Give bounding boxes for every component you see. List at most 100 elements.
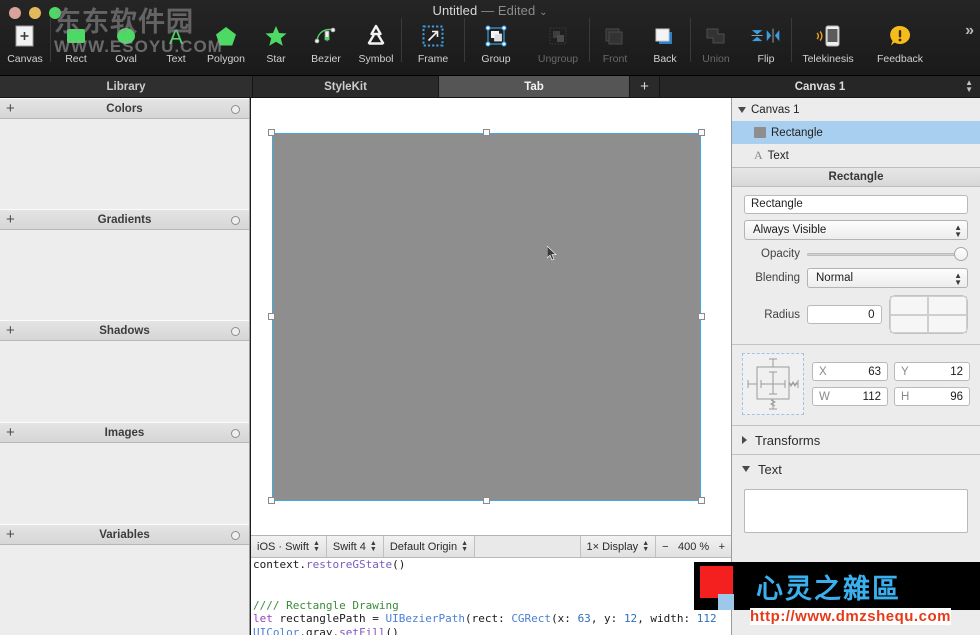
toolbar-label: Feedback — [876, 53, 924, 65]
canvas-stepper-icon[interactable]: ▲ ▼ — [965, 79, 973, 94]
text-content-input[interactable] — [744, 489, 968, 533]
canvas-area[interactable] — [251, 98, 731, 535]
section-options-icon[interactable] — [231, 216, 240, 225]
slider-knob[interactable] — [954, 247, 968, 261]
selection-handle-bottom-left[interactable] — [268, 497, 275, 504]
toolbar-item-front[interactable]: Front — [590, 20, 640, 65]
add-tab-button[interactable]: + — [630, 76, 660, 97]
toolbar-overflow-icon[interactable]: » — [965, 22, 974, 40]
stepper-icon[interactable]: ▲ ▼ — [313, 540, 320, 553]
canvas-add-icon — [8, 21, 42, 51]
toolbar-item-rect[interactable]: Rect — [51, 20, 101, 65]
selection-handle-middle-right[interactable] — [698, 313, 705, 320]
selection-handle-top-left[interactable] — [268, 129, 275, 136]
corner-top-right[interactable] — [928, 296, 967, 315]
toolbar-item-oval[interactable]: Oval — [101, 20, 151, 65]
library-body-shadows[interactable] — [0, 341, 249, 422]
stepper-icon[interactable]: ▲ ▼ — [954, 272, 962, 287]
library-section-shadows[interactable]: + Shadows — [0, 320, 249, 341]
selection-handle-middle-left[interactable] — [268, 313, 275, 320]
section-options-icon[interactable] — [231, 429, 240, 438]
toolbar-item-star[interactable]: Star — [251, 20, 301, 65]
code-editor[interactable]: context.restoreGState() //// Rectangle D… — [251, 558, 731, 635]
corner-bottom-right[interactable] — [928, 314, 967, 333]
x-input[interactable]: X 63 — [812, 362, 888, 381]
add-image-icon[interactable]: + — [6, 425, 15, 441]
toolbar-item-back[interactable]: Back — [640, 20, 690, 65]
add-variable-icon[interactable]: + — [6, 527, 15, 543]
toolbar-item-symbol[interactable]: Symbol — [351, 20, 401, 65]
platform-language-popup[interactable]: iOS · Swift ▲ ▼ — [251, 536, 327, 557]
toolbar-item-feedback[interactable]: Feedback — [864, 20, 936, 65]
display-scale-popup[interactable]: 1× Display ▲ ▼ — [581, 536, 657, 557]
height-input[interactable]: H 96 — [894, 387, 970, 406]
origin-popup[interactable]: Default Origin ▲ ▼ — [384, 536, 476, 557]
tab-library[interactable]: Library — [0, 76, 253, 97]
library-body-gradients[interactable] — [0, 230, 249, 320]
corner-radius-selector[interactable] — [888, 295, 968, 334]
visibility-popup[interactable]: Always Visible ▲ ▼ — [744, 220, 968, 240]
section-options-icon[interactable] — [231, 327, 240, 336]
toolbar-item-frame[interactable]: Frame — [402, 20, 464, 65]
add-color-icon[interactable]: + — [6, 101, 15, 117]
add-gradient-icon[interactable]: + — [6, 212, 15, 228]
library-section-gradients[interactable]: + Gradients — [0, 209, 249, 230]
layer-tree-item-canvas-1[interactable]: Canvas 1 — [732, 98, 980, 121]
add-shadow-icon[interactable]: + — [6, 323, 15, 339]
corner-top-left[interactable] — [889, 296, 929, 315]
toolbar-item-telekinesis[interactable]: Telekinesis — [792, 20, 864, 65]
toolbar-item-bezier[interactable]: Bezier — [301, 20, 351, 65]
shape-name-input[interactable]: Rectangle — [744, 195, 968, 214]
section-options-icon[interactable] — [231, 531, 240, 540]
bezier-pen-icon — [309, 21, 343, 51]
opacity-slider[interactable] — [807, 247, 968, 261]
library-body-colors[interactable] — [0, 119, 249, 209]
disclosure-triangle-icon[interactable] — [742, 436, 747, 444]
stepper-icon[interactable]: ▲ ▼ — [461, 540, 468, 553]
toolbar-item-ungroup[interactable]: Ungroup — [527, 20, 589, 65]
chevron-down-icon[interactable]: ⌄ — [539, 7, 547, 18]
library-body-images[interactable] — [0, 443, 249, 524]
toolbar-item-canvas[interactable]: Canvas — [0, 20, 50, 65]
transforms-section-header[interactable]: Transforms — [732, 426, 980, 454]
library-section-colors[interactable]: + Colors — [0, 98, 249, 119]
corner-bottom-left[interactable] — [889, 314, 929, 333]
w-key: W — [819, 390, 830, 403]
stepper-icon[interactable]: ▲ ▼ — [370, 540, 377, 553]
stepper-icon[interactable]: ▲ ▼ — [642, 540, 649, 553]
zoom-in-button[interactable]: + — [719, 541, 725, 553]
library-body-variables[interactable] — [0, 545, 249, 635]
selection-handle-bottom-center[interactable] — [483, 497, 490, 504]
autoresizing-widget[interactable] — [742, 353, 804, 415]
toolbar-item-group[interactable]: Group — [465, 20, 527, 65]
y-input[interactable]: Y 12 — [894, 362, 970, 381]
toolbar-item-polygon[interactable]: Polygon — [201, 20, 251, 65]
text-icon: A — [159, 21, 193, 51]
toolbar-item-text[interactable]: A Text — [151, 20, 201, 65]
selection-handle-top-center[interactable] — [483, 129, 490, 136]
zoom-out-button[interactable]: − — [662, 541, 668, 553]
width-input[interactable]: W 112 — [812, 387, 888, 406]
selection-handle-top-right[interactable] — [698, 129, 705, 136]
tab-tab[interactable]: Tab — [439, 76, 630, 97]
tab-canvas-1[interactable]: Canvas 1 ▲ ▼ — [660, 76, 980, 97]
tab-stylekit[interactable]: StyleKit — [253, 76, 439, 97]
layer-tree-item-text[interactable]: A Text — [732, 144, 980, 167]
library-section-variables[interactable]: + Variables — [0, 524, 249, 545]
swift-version-popup[interactable]: Swift 4 ▲ ▼ — [327, 536, 384, 557]
blending-popup[interactable]: Normal ▲ ▼ — [807, 268, 968, 288]
disclosure-triangle-icon[interactable] — [738, 106, 746, 113]
layer-tree-item-rectangle[interactable]: Rectangle — [732, 121, 980, 144]
font-weight-popup[interactable]: Regular — [732, 571, 980, 599]
section-title: Shadows — [99, 324, 150, 337]
section-options-icon[interactable] — [231, 105, 240, 114]
stepper-icon[interactable]: ▲ ▼ — [954, 224, 962, 239]
toolbar-item-flip[interactable]: Flip — [741, 20, 791, 65]
text-section-header[interactable]: Text — [732, 455, 980, 483]
disclosure-triangle-icon[interactable] — [742, 466, 750, 472]
toolbar-item-union[interactable]: Union — [691, 20, 741, 65]
library-section-images[interactable]: + Images — [0, 422, 249, 443]
canvas-rectangle-shape[interactable] — [272, 133, 701, 501]
radius-input[interactable]: 0 — [807, 305, 882, 324]
selection-handle-bottom-right[interactable] — [698, 497, 705, 504]
